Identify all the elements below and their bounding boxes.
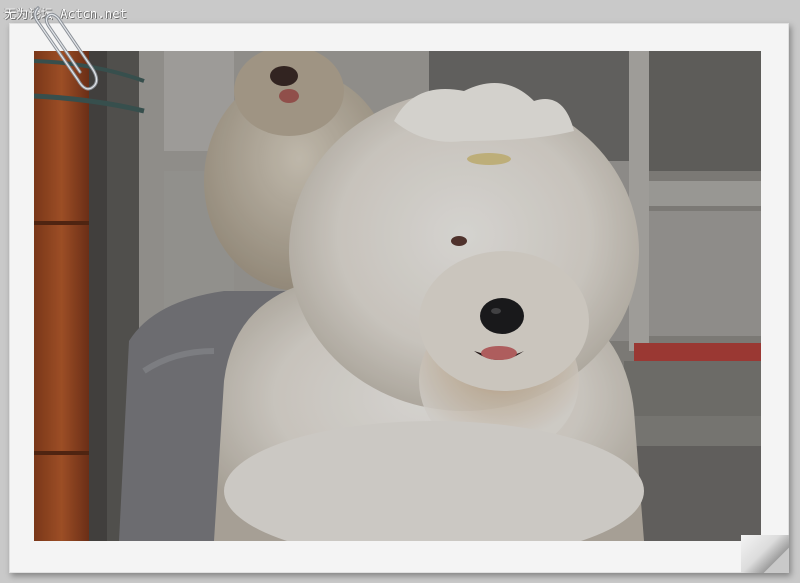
- page-curl: [741, 535, 789, 573]
- paperclip-icon: [33, 6, 99, 91]
- dog-photo: [34, 51, 761, 541]
- photo-frame: [9, 23, 789, 573]
